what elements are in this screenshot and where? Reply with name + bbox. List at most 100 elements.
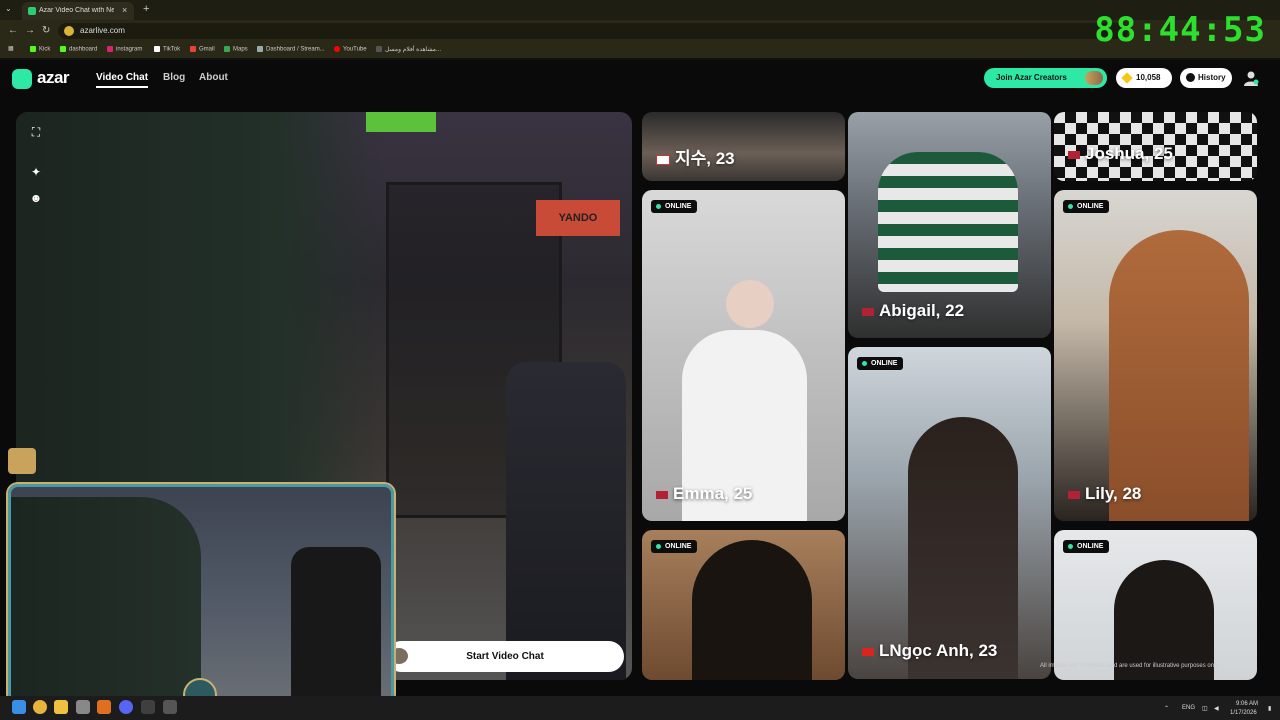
windows-taskbar	[0, 696, 1280, 720]
webcam-person	[11, 497, 201, 701]
start-video-chat-label: Start Video Chat	[466, 651, 544, 662]
streamer-webcam-overlay	[8, 484, 394, 704]
card-name: Joshua, 25	[1068, 144, 1173, 164]
terminal-icon[interactable]	[141, 700, 155, 714]
file-explorer-icon[interactable]	[54, 700, 68, 714]
nav-blog[interactable]: Blog	[163, 72, 185, 83]
beanie-head	[726, 280, 774, 328]
curly-hair	[692, 540, 812, 680]
flag-us-icon	[1068, 150, 1080, 159]
gmail-icon	[190, 46, 196, 52]
notification-icon[interactable]: ▮	[1268, 705, 1271, 712]
discord-icon[interactable]	[119, 700, 133, 714]
tab-menu-icon[interactable]: ⌄	[5, 4, 12, 13]
fullscreen-icon[interactable]: ⛶	[26, 122, 46, 142]
profile-card[interactable]: Abigail, 22	[848, 112, 1051, 338]
tray-chevron-icon[interactable]: ⌃	[1164, 705, 1169, 712]
crown-badge-icon	[8, 448, 36, 474]
red-hair	[1109, 230, 1249, 521]
kick-icon	[30, 46, 36, 52]
webcam-chair	[291, 547, 381, 701]
network-icon[interactable]: ◫	[1202, 705, 1208, 712]
windows-start-icon[interactable]	[12, 700, 26, 714]
flag-us-icon	[656, 490, 668, 499]
close-tab-icon[interactable]: ×	[122, 5, 127, 15]
card-name: 지수, 23	[656, 144, 735, 169]
card-name: Emma, 25	[656, 484, 752, 504]
striped-top	[878, 152, 1018, 292]
coin-balance[interactable]: 10,058	[1116, 68, 1172, 88]
bookmark-maps[interactable]: Maps	[224, 46, 248, 53]
tiktok-icon	[154, 46, 160, 52]
forward-icon[interactable]: →	[25, 25, 35, 36]
url-field[interactable]: azarlive.com	[58, 23, 1128, 39]
bookmark-dashboard[interactable]: dashboard	[60, 46, 97, 53]
join-creators-button[interactable]: Join Azar Creators	[984, 68, 1107, 88]
profile-card[interactable]: Joshua, 25	[1054, 112, 1257, 181]
vlc-icon[interactable]	[97, 700, 111, 714]
online-badge: ONLINE	[857, 357, 904, 370]
site-info-icon[interactable]	[64, 26, 74, 36]
flag-vn-icon	[862, 647, 874, 656]
disclaimer-text: All images are of models and are used fo…	[1040, 663, 1220, 669]
language-indicator[interactable]: ENG	[1182, 705, 1195, 711]
rack-sign: YANDO	[536, 200, 620, 236]
browser-tab[interactable]: Azar Video Chat with New ×	[22, 2, 134, 20]
azar-favicon-icon	[28, 7, 36, 15]
nav-video-chat[interactable]: Video Chat	[96, 72, 149, 88]
azar-logo-icon[interactable]	[12, 69, 32, 89]
face-filter-icon[interactable]: ☻	[26, 188, 46, 208]
flag-us-icon	[1068, 490, 1080, 499]
profile-card[interactable]: ONLINE LNgọc Anh, 23	[848, 347, 1051, 679]
dark-hair	[908, 417, 1018, 679]
card-name: LNgọc Anh, 23	[862, 641, 997, 661]
instagram-icon	[107, 46, 113, 52]
new-tab-button[interactable]: +	[143, 3, 149, 15]
chrome-icon[interactable]	[33, 700, 47, 714]
bookmark-gmail[interactable]: Gmail	[190, 46, 215, 53]
join-creators-label: Join Azar Creators	[996, 73, 1067, 82]
bookmark-youtube[interactable]: YouTube	[334, 46, 367, 53]
gem-icon	[1121, 72, 1133, 84]
azar-logo-text[interactable]: azar	[37, 68, 70, 88]
bookmark-stream-dashboard[interactable]: Dashboard / Stream...	[257, 46, 325, 53]
app-icon[interactable]	[76, 700, 90, 714]
nav-about[interactable]: About	[199, 72, 228, 83]
flag-us-icon	[862, 307, 874, 316]
apps-icon[interactable]: ▦	[8, 45, 14, 52]
magic-wand-icon[interactable]: ✦	[26, 162, 46, 182]
volume-icon[interactable]: ◀	[1214, 705, 1219, 712]
bookmark-movies[interactable]: مشاهدة أفلام ومسل...	[376, 46, 441, 53]
reload-icon[interactable]: ↻	[42, 25, 50, 36]
stream-timer: 88:44:53	[1094, 10, 1266, 50]
bookmark-instagram[interactable]: instagram	[107, 46, 142, 53]
online-badge: ONLINE	[651, 200, 698, 213]
creator-avatars	[1085, 71, 1103, 85]
profile-card[interactable]: ONLINE	[642, 530, 845, 680]
profile-card[interactable]: ONLINE Emma, 25	[642, 190, 845, 521]
url-text: azarlive.com	[80, 26, 125, 35]
bookmark-kick[interactable]: Kick	[30, 46, 50, 53]
profile-card[interactable]: 지수, 23	[642, 112, 845, 181]
back-icon[interactable]: ←	[8, 25, 18, 36]
app-icon[interactable]	[163, 700, 177, 714]
profile-card[interactable]: ONLINE	[1054, 530, 1257, 680]
online-badge: ONLINE	[1063, 200, 1110, 213]
profile-card[interactable]: ONLINE Lily, 28	[1054, 190, 1257, 521]
clock-icon	[1186, 73, 1195, 82]
history-button[interactable]: History	[1180, 68, 1232, 88]
profile-icon[interactable]	[1243, 70, 1259, 86]
card-name: Abigail, 22	[862, 301, 964, 321]
youtube-icon	[334, 46, 340, 52]
taskbar-date[interactable]: 1/17/2026	[1230, 710, 1257, 716]
taskbar-time[interactable]: 9:06 AM	[1236, 701, 1258, 707]
history-label: History	[1198, 73, 1226, 82]
maps-icon	[224, 46, 230, 52]
start-video-chat-button[interactable]: Start Video Chat	[386, 641, 624, 672]
bookmark-tiktok[interactable]: TikTok	[154, 46, 180, 53]
dashboard-icon	[257, 46, 263, 52]
tab-title: Azar Video Chat with New	[39, 7, 114, 14]
flag-kr-icon	[656, 154, 670, 165]
ceiling-light	[366, 112, 436, 132]
coin-count: 10,058	[1136, 73, 1161, 82]
